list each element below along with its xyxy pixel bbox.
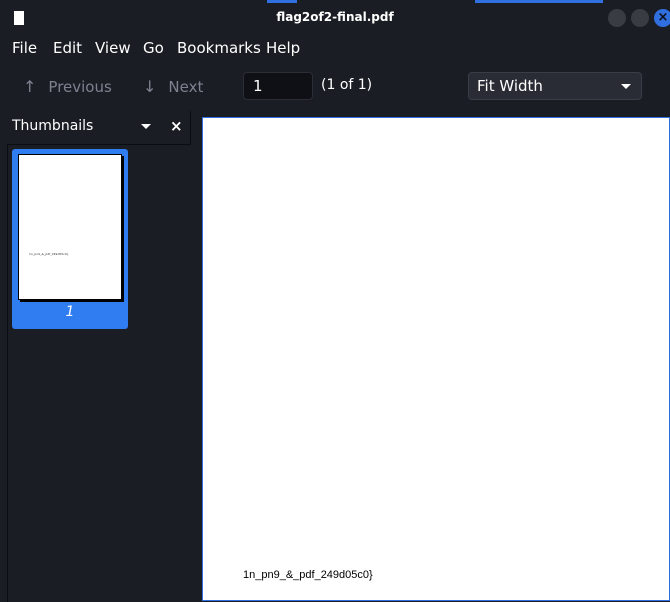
sidebar-close-icon[interactable]: ×	[170, 117, 183, 135]
previous-label: Previous	[48, 78, 112, 96]
menu-bar: File Edit View Go Bookmarks Help	[0, 36, 670, 61]
arrow-up-icon: ↑	[23, 77, 37, 96]
titlebar-accent-right	[475, 0, 603, 3]
menu-file[interactable]: File	[12, 39, 37, 57]
next-label: Next	[168, 78, 204, 96]
thumbnail-page-number: 1	[65, 304, 75, 320]
maximize-button[interactable]	[631, 9, 649, 27]
thumbnail-page-preview[interactable]: 1n_pn9_&_pdf_249d05c0}	[18, 154, 122, 300]
sidebar-dropdown-icon[interactable]	[141, 124, 151, 129]
next-button[interactable]: ↓ Next	[143, 77, 203, 96]
titlebar-accent	[267, 0, 297, 3]
arrow-down-icon: ↓	[143, 77, 157, 96]
menu-go[interactable]: Go	[143, 39, 164, 57]
page-text: 1n_pn9_&_pdf_249d05c0}	[243, 569, 373, 581]
page-count-label: (1 of 1)	[321, 77, 373, 93]
close-button[interactable]: ×	[654, 9, 670, 27]
sidebar-title[interactable]: Thumbnails	[12, 118, 93, 134]
minimize-button[interactable]	[608, 9, 626, 27]
menu-help[interactable]: Help	[266, 39, 300, 57]
window-title: flag2of2-final.pdf	[276, 10, 394, 24]
title-bar: flag2of2-final.pdf ×	[0, 0, 670, 36]
previous-button[interactable]: ↑ Previous	[23, 77, 112, 96]
thumbnail-preview-text: 1n_pn9_&_pdf_249d05c0}	[29, 252, 69, 256]
zoom-select[interactable]: Fit Width	[468, 72, 642, 100]
zoom-value: Fit Width	[477, 77, 543, 95]
menu-edit[interactable]: Edit	[53, 39, 82, 57]
menu-bookmarks[interactable]: Bookmarks	[177, 39, 261, 57]
menu-view[interactable]: View	[95, 39, 131, 57]
chevron-down-icon	[621, 84, 631, 89]
pdf-page[interactable]: 1n_pn9_&_pdf_249d05c0}	[202, 117, 670, 601]
page-number-input[interactable]: 1	[243, 72, 313, 100]
